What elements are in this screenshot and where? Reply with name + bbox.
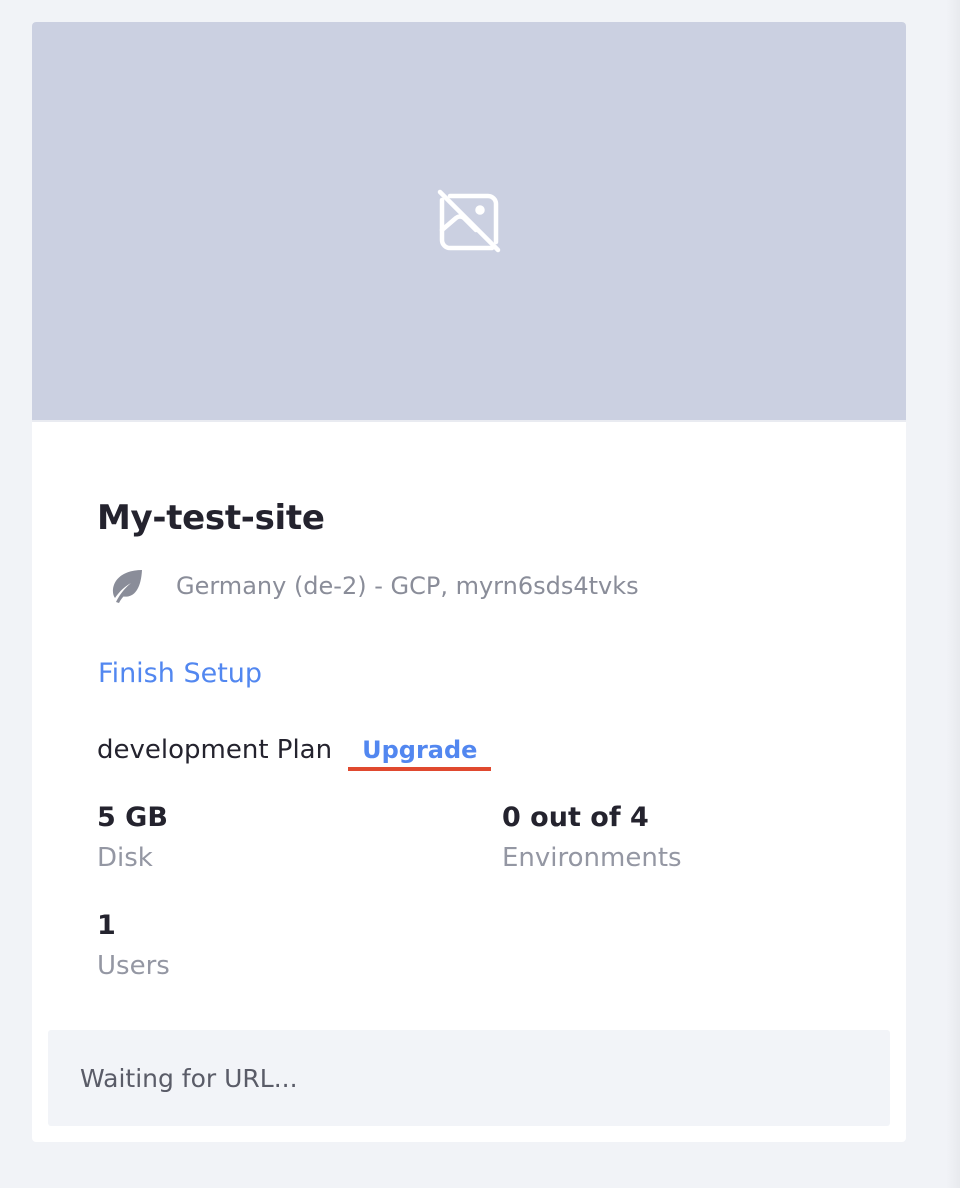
- environments-value: 0 out of 4: [502, 802, 649, 833]
- users-label: Users: [97, 951, 170, 981]
- stat-disk: 5 GB Disk: [97, 801, 168, 875]
- plan-row: development Plan Upgrade: [97, 735, 492, 771]
- leaf-icon: [112, 570, 142, 603]
- image-off-icon: [437, 189, 501, 253]
- url-status-text: Waiting for URL...: [80, 1063, 298, 1093]
- site-meta: Germany (de-2) - GCP, myrn6sds4tvks: [109, 567, 639, 605]
- side-panel-shadow: [946, 0, 960, 1188]
- users-value: 1: [97, 910, 116, 941]
- page: My-test-site Germany (de-2) - GCP, myrn6…: [0, 0, 960, 1188]
- stat-environments: 0 out of 4 Environments: [502, 801, 682, 875]
- finish-setup-link[interactable]: Finish Setup: [98, 658, 262, 689]
- disk-value: 5 GB: [97, 802, 168, 833]
- environments-label: Environments: [502, 843, 682, 873]
- site-title: My-test-site: [97, 498, 325, 538]
- plan-label: development Plan: [97, 735, 333, 765]
- disk-label: Disk: [97, 843, 153, 873]
- upgrade-link[interactable]: Upgrade: [348, 736, 492, 771]
- site-location-info: Germany (de-2) - GCP, myrn6sds4tvks: [176, 572, 639, 600]
- stat-users: 1 Users: [97, 909, 170, 983]
- site-thumbnail[interactable]: [32, 22, 906, 422]
- url-status-box: Waiting for URL...: [48, 1030, 890, 1126]
- site-card[interactable]: My-test-site Germany (de-2) - GCP, myrn6…: [32, 22, 906, 1142]
